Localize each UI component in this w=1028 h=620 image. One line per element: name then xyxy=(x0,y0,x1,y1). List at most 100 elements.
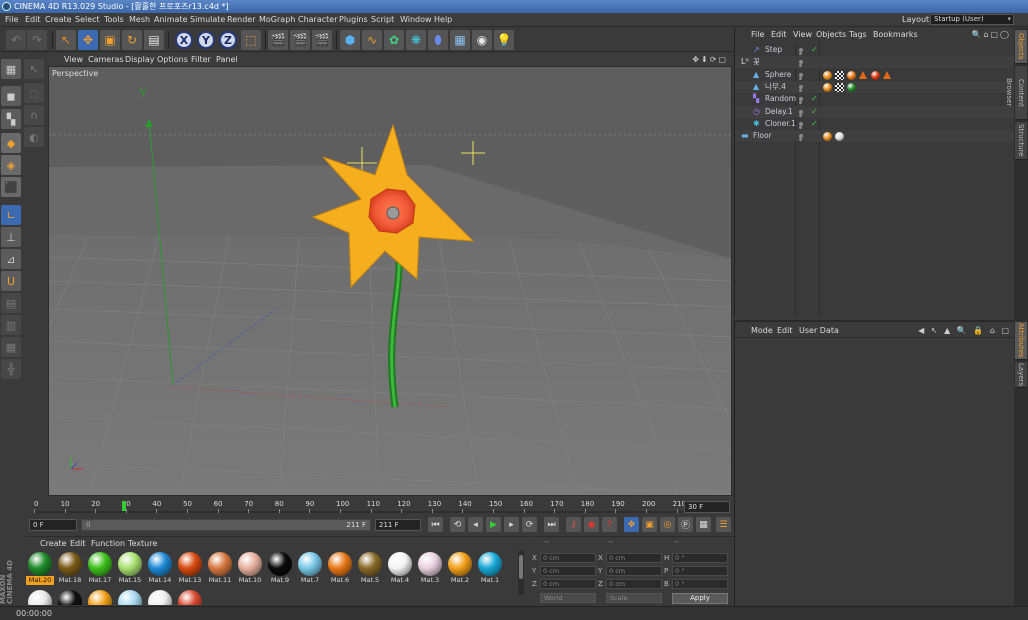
material-swatch[interactable]: Mat.2 xyxy=(446,551,474,587)
tab-content-browser[interactable]: Content Browser xyxy=(1005,66,1027,120)
material-swatch[interactable] xyxy=(26,589,54,605)
menu-window[interactable]: Window xyxy=(400,13,432,27)
model-mode-button[interactable]: ◼ xyxy=(1,86,21,106)
material-tag-icon[interactable] xyxy=(835,132,844,142)
material-swatch[interactable]: Mat.20 xyxy=(26,551,54,587)
menu-help[interactable]: Help xyxy=(434,13,452,27)
material-swatch[interactable] xyxy=(116,589,144,605)
layout-select[interactable]: Startup (User) ▾ xyxy=(930,14,1014,25)
coordinate-mode-select[interactable]: World xyxy=(540,593,596,603)
material-swatch[interactable] xyxy=(146,589,174,605)
material-tag-icon[interactable] xyxy=(823,82,832,92)
render-visibility-dot[interactable] xyxy=(799,101,802,105)
position-x-field[interactable]: 0 cm xyxy=(540,553,596,563)
move-tool-button[interactable]: ✥ xyxy=(78,30,98,50)
material-menu-function[interactable]: Function xyxy=(91,539,125,549)
viewport-3d[interactable]: Y Perspective xyxy=(48,66,732,496)
size-y-field[interactable]: 0 cm xyxy=(606,566,662,576)
menu-plugins[interactable]: Plugins xyxy=(339,13,368,27)
timeline-settings-button[interactable]: ☰ xyxy=(716,517,731,532)
tab-objects[interactable]: Objects xyxy=(1015,30,1027,64)
max-frame-field[interactable]: 211 F xyxy=(375,519,421,531)
viewport-camera-label[interactable]: Perspective xyxy=(52,69,98,78)
key-scale-button[interactable]: ▣ xyxy=(642,517,657,532)
coordinate-system-button[interactable]: ⬚ xyxy=(241,30,261,50)
polygons-mode-button[interactable]: ⬛ xyxy=(1,177,21,197)
object-menu-file[interactable]: File xyxy=(751,28,764,42)
render-visibility-dot[interactable] xyxy=(799,88,802,92)
menu-character[interactable]: Character xyxy=(298,13,338,27)
add-camera-button[interactable]: ◉ xyxy=(472,30,492,50)
planar-workplane-button[interactable]: ▦ xyxy=(1,337,21,357)
position-z-field[interactable]: 0 cm xyxy=(540,579,596,589)
material-swatch[interactable]: Mat.15 xyxy=(116,551,144,587)
viewport-menu-cameras[interactable]: Cameras xyxy=(88,53,124,66)
material-menu-edit[interactable]: Edit xyxy=(70,539,86,549)
material-tag-icon[interactable] xyxy=(847,82,856,92)
enabled-check-icon[interactable]: ✓ xyxy=(811,44,818,56)
material-swatch[interactable] xyxy=(176,589,204,605)
tab-attributes[interactable]: Attributes xyxy=(1015,322,1027,360)
object-menu-tags[interactable]: Tags xyxy=(849,28,867,42)
menu-script[interactable]: Script xyxy=(371,13,394,27)
material-swatch[interactable]: Mat.18 xyxy=(56,551,84,587)
material-swatch[interactable]: Mat.11 xyxy=(206,551,234,587)
object-row[interactable]: ↗ Step ✓ xyxy=(735,44,1015,56)
render-visibility-dot[interactable] xyxy=(799,138,802,142)
apply-button[interactable]: Apply xyxy=(672,593,728,604)
menu-tools[interactable]: Tools xyxy=(104,13,124,27)
add-light-button[interactable]: 💡 xyxy=(494,30,514,50)
previous-key-button[interactable]: ⟲ xyxy=(450,517,465,532)
redo-button[interactable]: ↷ xyxy=(27,30,47,50)
object-menu-edit[interactable]: Edit xyxy=(771,28,787,42)
viewport-menu-options[interactable]: Options xyxy=(157,53,188,66)
render-settings-button[interactable]: 🎬 xyxy=(312,30,332,50)
texture-mode-button[interactable]: ▚ xyxy=(1,109,21,129)
material-swatch[interactable]: Mat.13 xyxy=(176,551,204,587)
lock-workplane-button[interactable]: ▥ xyxy=(1,315,21,335)
menu-render[interactable]: Render xyxy=(227,13,255,27)
go-to-end-button[interactable]: ⏭ xyxy=(544,517,559,532)
frame-range-slider[interactable]: 0 211 F xyxy=(81,519,371,531)
next-key-button[interactable]: ⟳ xyxy=(522,517,537,532)
object-manager-nav-icons[interactable]: 🔍⌂▢◯ xyxy=(971,28,1011,42)
key-rotation-button[interactable]: ◎ xyxy=(660,517,675,532)
menu-animate[interactable]: Animate xyxy=(154,13,188,27)
object-menu-bookmarks[interactable]: Bookmarks xyxy=(873,28,918,42)
axis-mode-button[interactable]: ∟ xyxy=(1,205,21,225)
material-tag-icon[interactable] xyxy=(871,70,880,80)
object-row[interactable]: ▚ Random ✓ xyxy=(735,93,1015,105)
key-pla-button[interactable]: ▦ xyxy=(696,517,711,532)
viewport-menu-view[interactable]: View xyxy=(64,53,83,66)
viewport-menu-panel[interactable]: Panel xyxy=(216,53,238,66)
edges-mode-button[interactable]: ◈ xyxy=(1,155,21,175)
menu-file[interactable]: File xyxy=(5,13,18,27)
material-menu-create[interactable]: Create xyxy=(40,539,67,549)
rotation-p-field[interactable]: 0 ° xyxy=(672,566,728,576)
keyframe-selection-button[interactable]: ? xyxy=(602,517,617,532)
key-position-button[interactable]: ✥ xyxy=(624,517,639,532)
rotate-tool-button[interactable]: ↻ xyxy=(122,30,142,50)
material-swatch[interactable]: Mat.14 xyxy=(146,551,174,587)
timeline-ruler[interactable]: 0 10 20 30 40 50 60 70 80 90 100 110 120 130 140 150 160… xyxy=(26,498,734,515)
object-row[interactable]: ▬ Floor xyxy=(735,130,1015,143)
texture-tag-icon[interactable] xyxy=(835,82,844,92)
material-tag-icon[interactable] xyxy=(823,132,832,142)
render-visibility-dot[interactable] xyxy=(799,64,802,68)
tab-structure[interactable]: Structure xyxy=(1015,122,1027,160)
size-z-field[interactable]: 0 cm xyxy=(606,579,662,589)
object-row[interactable]: ▲ 나무.4 xyxy=(735,80,1015,93)
magnet-snap-button[interactable]: U xyxy=(1,271,21,291)
material-swatch[interactable]: Mat.9 xyxy=(266,551,294,587)
render-visibility-dot[interactable] xyxy=(799,125,802,129)
add-nurbs-button[interactable]: ✿ xyxy=(384,30,404,50)
material-swatch[interactable]: Mat.17 xyxy=(86,551,114,587)
rotation-b-field[interactable]: 0 ° xyxy=(672,579,728,589)
attribute-menu-mode[interactable]: Mode xyxy=(751,324,773,338)
x-axis-lock-button[interactable]: X xyxy=(175,31,193,49)
live-select-button[interactable]: ◌ xyxy=(24,83,44,103)
material-tag-icon[interactable] xyxy=(823,70,832,80)
live-selection-button[interactable]: ↖ xyxy=(56,30,76,50)
material-tag-icon[interactable] xyxy=(847,70,856,80)
add-deformer-button[interactable]: ⬮ xyxy=(428,30,448,50)
